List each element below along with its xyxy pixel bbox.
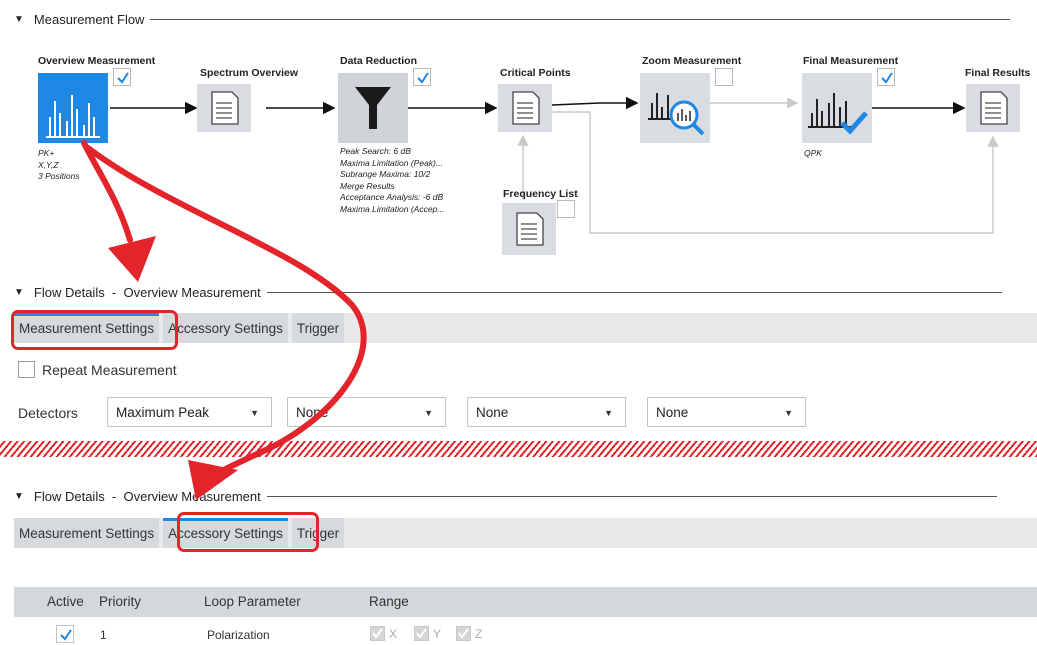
annotation-arrows xyxy=(81,140,367,500)
annotation-arrow xyxy=(81,140,133,243)
annotation-arrowhead xyxy=(108,236,156,282)
annotation-arrow xyxy=(85,145,367,481)
